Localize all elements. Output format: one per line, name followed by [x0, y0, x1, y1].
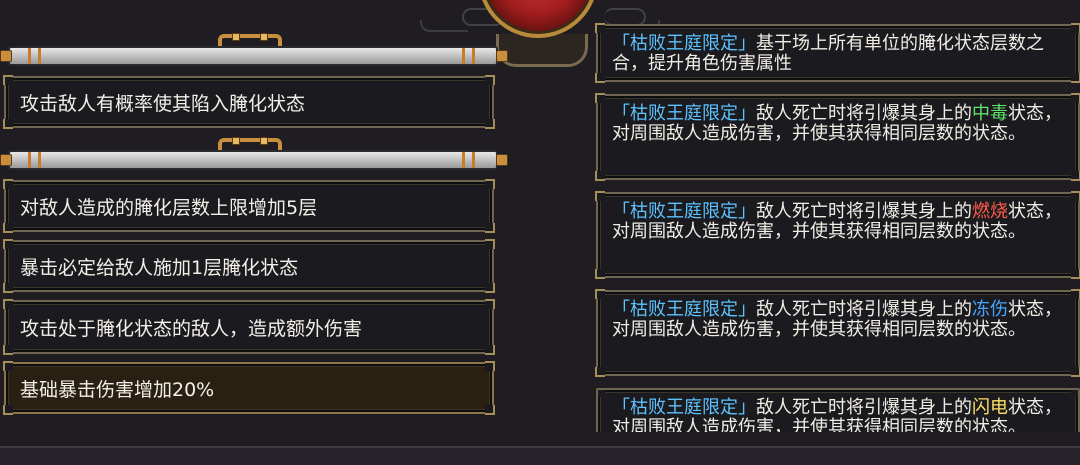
status-keyword-frostbite: 冻伤 [972, 299, 1008, 320]
talent-item[interactable]: 攻击处于腌化状态的敌人，造成额外伤害 [3, 299, 495, 355]
red-orb-ornament [478, 0, 598, 38]
talent-item[interactable]: 暴击必定给敌人施加1层腌化状态 [3, 239, 495, 293]
status-keyword-burn: 燃烧 [972, 201, 1008, 222]
effect-description: 「枯败王庭限定」基于场上所有单位的腌化状态层数之合，提升角色伤害属性 [612, 33, 1044, 74]
game-ui: 攻击敌人有概率使其陷入腌化状态 对敌人造成的腌化层数上限增加5层 暴击必定给敌人… [0, 0, 1080, 465]
talent-item-selected[interactable]: 基础暴击伤害增加20% [3, 361, 495, 415]
effect-entry: 「枯败王庭限定」敌人死亡时将引爆其身上的中毒状态，对周围敌人造成伤害，并使其获得… [595, 93, 1080, 181]
effect-entry: 「枯败王庭限定」敌人死亡时将引爆其身上的燃烧状态，对周围敌人造成伤害，并使其获得… [595, 191, 1080, 279]
talent-label: 攻击处于腌化状态的敌人，造成额外伤害 [20, 317, 363, 340]
scroll-rod [0, 150, 508, 170]
scroll-rod [0, 46, 508, 66]
talent-label: 暴击必定给敌人施加1层腌化状态 [20, 256, 299, 279]
effect-tag: 「枯败王庭限定」 [612, 299, 756, 320]
bottom-bar [0, 446, 1080, 465]
talent-item[interactable]: 对敌人造成的腌化层数上限增加5层 [3, 179, 495, 233]
effect-tag: 「枯败王庭限定」 [612, 33, 756, 54]
talent-item[interactable]: 攻击敌人有概率使其陷入腌化状态 [3, 75, 495, 129]
talent-label: 攻击敌人有概率使其陷入腌化状态 [20, 92, 306, 115]
effect-tag: 「枯败王庭限定」 [612, 201, 756, 222]
effect-description: 「枯败王庭限定」敌人死亡时将引爆其身上的中毒状态，对周围敌人造成伤害，并使其获得… [612, 103, 1062, 144]
ornament-swirl-left [420, 20, 468, 32]
orb-stand [496, 34, 588, 67]
effect-tag: 「枯败王庭限定」 [612, 103, 756, 124]
effect-entry: 「枯败王庭限定」基于场上所有单位的腌化状态层数之合，提升角色伤害属性 [595, 23, 1080, 83]
talent-label: 基础暴击伤害增加20% [20, 378, 215, 401]
effect-entry: 「枯败王庭限定」敌人死亡时将引爆其身上的冻伤状态，对周围敌人造成伤害，并使其获得… [595, 289, 1080, 377]
list-fade-mask [592, 432, 1080, 446]
effect-description: 「枯败王庭限定」敌人死亡时将引爆其身上的燃烧状态，对周围敌人造成伤害，并使其获得… [612, 201, 1062, 242]
status-keyword-lightning: 闪电 [972, 397, 1008, 418]
effect-tag: 「枯败王庭限定」 [612, 397, 756, 418]
status-keyword-poison: 中毒 [972, 103, 1008, 124]
talent-label: 对敌人造成的腌化层数上限增加5层 [20, 196, 318, 219]
effect-description: 「枯败王庭限定」敌人死亡时将引爆其身上的冻伤状态，对周围敌人造成伤害，并使其获得… [612, 299, 1062, 340]
